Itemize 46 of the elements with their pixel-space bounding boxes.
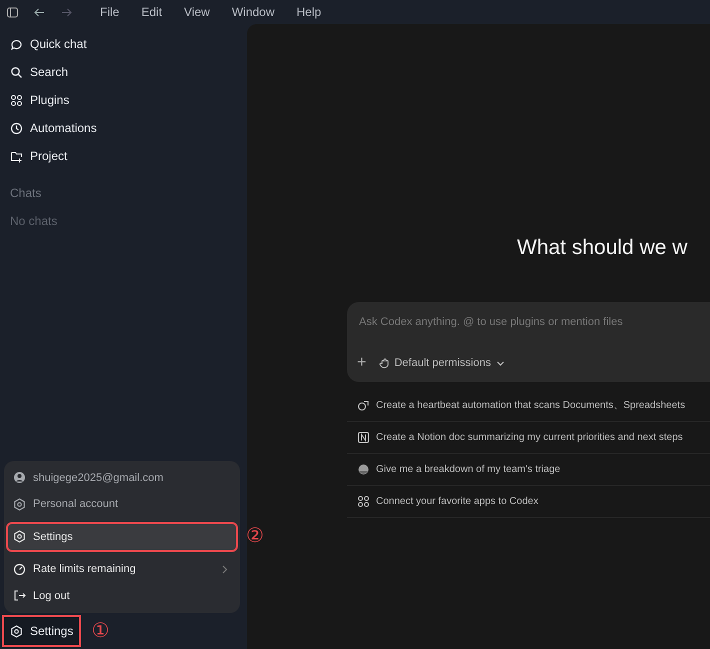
hand-icon: [378, 356, 392, 370]
logout-icon: [13, 589, 26, 602]
permissions-dropdown[interactable]: Default permissions: [378, 355, 507, 372]
menu-item[interactable]: File: [91, 3, 128, 21]
heading: What should we w: [516, 235, 688, 261]
menu-item[interactable]: Log out: [8, 582, 236, 609]
suggestion-item[interactable]: Give me a breakdown of my team's triage: [347, 454, 710, 486]
chat-bubble-icon: [10, 38, 23, 50]
account-info-row: Personal account: [8, 491, 236, 518]
sidebar-toggle-icon[interactable]: [6, 6, 19, 18]
annotation-number: ①: [91, 621, 110, 641]
loop-icon: [357, 398, 370, 412]
sidebar-nav-item[interactable]: Project: [4, 142, 243, 170]
menu-item[interactable]: View: [175, 3, 219, 21]
ball-icon: [357, 462, 370, 476]
clock-icon: [10, 122, 23, 134]
annotation-number: ②: [246, 526, 264, 546]
menu-item[interactable]: Edit: [132, 3, 172, 21]
menu-item[interactable]: Window: [222, 3, 284, 21]
settings-button[interactable]: Settings: [4, 617, 80, 645]
prompt-input-field[interactable]: Ask Codex anything. @ to use plugins or mention files: [357, 312, 710, 331]
suggestion-item[interactable]: Create a heartbeat automation that scans Documents、Spreadsheets: [347, 390, 710, 422]
empty-state-text: No chats: [9, 213, 58, 230]
add-button[interactable]: +: [357, 355, 366, 372]
section-title: Chats: [9, 185, 42, 202]
notion-icon: [357, 430, 370, 444]
search-icon: [10, 66, 23, 78]
suggestion-item[interactable]: Connect your favorite apps to Codex: [347, 486, 710, 518]
sidebar-nav-item[interactable]: Search: [4, 58, 243, 86]
user-icon: [13, 471, 26, 484]
folder-icon: [10, 150, 23, 162]
sidebar-nav-item[interactable]: Automations: [4, 114, 243, 142]
menu-item[interactable]: Help: [288, 3, 330, 21]
grid-icon: [10, 94, 23, 106]
gear-icon: [13, 530, 26, 544]
account-info-row: shuigege2025@gmail.com: [8, 464, 236, 491]
gear-icon: [13, 498, 26, 511]
gauge-icon: [13, 562, 26, 576]
suggestion-item[interactable]: Create a Notion doc summarizing my current priorities and next steps: [347, 422, 710, 454]
menu-item[interactable]: Settings: [8, 524, 236, 550]
sidebar-nav-item[interactable]: Plugins: [4, 86, 243, 114]
gear-icon: [10, 624, 23, 638]
back-arrow-icon[interactable]: [33, 6, 46, 18]
grid-icon: [357, 494, 370, 508]
sidebar-nav-item[interactable]: Quick chat: [4, 30, 243, 58]
menu-item[interactable]: Rate limits remaining: [8, 556, 236, 582]
